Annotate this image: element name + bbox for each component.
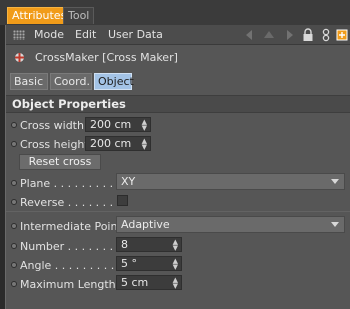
attributes-panel: Mode Edit User Data CrossMaker [Cross Ma… — [5, 25, 350, 309]
maximum-length-value: 5 cm — [121, 276, 149, 289]
section-title: Object Properties — [12, 97, 126, 111]
animation-dot[interactable] — [11, 199, 17, 205]
tab-coord[interactable]: Coord. — [50, 73, 92, 90]
cross-width-label: Cross width — [20, 119, 84, 132]
animation-dot[interactable] — [11, 122, 17, 128]
animation-dot[interactable] — [11, 141, 17, 147]
plane-value: XY — [121, 175, 136, 188]
animation-dot[interactable] — [11, 223, 17, 229]
angle-field[interactable]: 5 ° ▲ ▼ — [116, 256, 182, 271]
new-panel-icon[interactable] — [336, 28, 348, 42]
stepper-icon[interactable]: ▲ ▼ — [173, 277, 178, 290]
plane-dropdown[interactable]: XY — [116, 173, 345, 190]
reverse-checkbox[interactable] — [117, 195, 128, 206]
animation-dot[interactable] — [11, 243, 17, 249]
chevron-down-icon — [331, 222, 339, 227]
forward-arrow-icon[interactable] — [282, 28, 296, 42]
menu-user-data[interactable]: User Data — [108, 28, 163, 41]
number-label: Number . . . . . . . . — [20, 240, 121, 253]
tab-tool[interactable]: Tool — [63, 7, 95, 24]
maximum-length-label: Maximum Length — [20, 278, 116, 291]
cross-height-label: Cross height — [20, 138, 89, 151]
animation-dot[interactable] — [11, 262, 17, 268]
number-value: 8 — [121, 238, 128, 251]
crossmaker-object-icon — [14, 52, 25, 63]
number-field[interactable]: 8 ▲ ▼ — [116, 237, 182, 252]
stepper-icon[interactable]: ▲ ▼ — [173, 239, 178, 252]
animation-dot[interactable] — [11, 180, 17, 186]
plane-label: Plane . . . . . . . . . . . — [20, 177, 128, 190]
tab-object[interactable]: Object — [94, 73, 134, 90]
intermediate-points-value: Adaptive — [121, 218, 170, 231]
cross-width-value: 200 cm — [90, 118, 132, 131]
menu-mode[interactable]: Mode — [34, 28, 64, 41]
animation-dot[interactable] — [11, 281, 17, 287]
maximum-length-field[interactable]: 5 cm ▲ ▼ — [116, 275, 182, 290]
chevron-down-icon — [331, 179, 339, 184]
cross-width-field[interactable]: 200 cm ▲ ▼ — [85, 117, 151, 132]
object-header: CrossMaker [Cross Maker] — [6, 49, 350, 67]
intermediate-points-label: Intermediate Points — [20, 220, 128, 233]
menu-bar: Mode Edit User Data — [6, 25, 350, 45]
reverse-label: Reverse . . . . . . . . — [20, 196, 121, 209]
tab-attributes[interactable]: Attributes — [7, 7, 72, 24]
angle-label: Angle . . . . . . . . . . . — [20, 259, 129, 272]
manager-tabbar: Attributes Tool — [0, 0, 350, 25]
grip-icon[interactable] — [13, 30, 25, 40]
angle-value: 5 ° — [121, 257, 137, 270]
stepper-icon[interactable]: ▲ ▼ — [142, 119, 147, 132]
stepper-icon[interactable]: ▲ ▼ — [142, 138, 147, 151]
cross-height-value: 200 cm — [90, 137, 132, 150]
tab-basic[interactable]: Basic — [10, 73, 48, 90]
up-arrow-icon[interactable] — [262, 28, 276, 42]
intermediate-points-dropdown[interactable]: Adaptive — [116, 216, 345, 233]
cross-height-field[interactable]: 200 cm ▲ ▼ — [85, 136, 151, 151]
stepper-icon[interactable]: ▲ ▼ — [173, 258, 178, 271]
section-header[interactable]: Object Properties — [6, 95, 350, 113]
divider — [6, 211, 350, 212]
back-arrow-icon[interactable] — [243, 28, 257, 42]
reset-cross-button[interactable]: Reset cross — [19, 154, 101, 170]
link-icon[interactable] — [320, 28, 332, 42]
menu-edit[interactable]: Edit — [75, 28, 96, 41]
lock-icon[interactable] — [302, 28, 314, 42]
object-name: CrossMaker [Cross Maker] — [35, 51, 178, 64]
